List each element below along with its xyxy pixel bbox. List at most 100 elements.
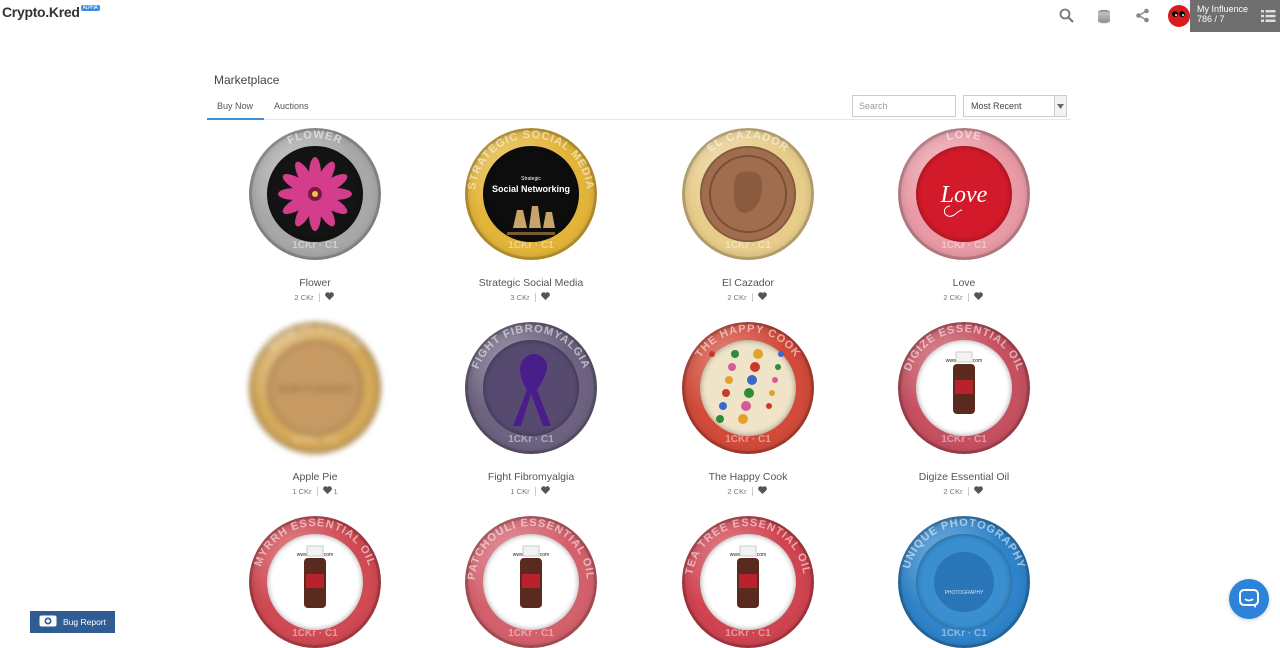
logo-text: Crypto.Kred xyxy=(2,4,80,20)
coin-image[interactable]: EL CAZADOR 1CKr · C1 xyxy=(682,128,814,260)
item-price: 1 CKr xyxy=(510,486,530,496)
menu-icon[interactable] xyxy=(1261,9,1276,25)
svg-text:Social Networking: Social Networking xyxy=(492,184,570,194)
love-icon: Love xyxy=(916,146,1012,242)
app-logo[interactable]: Crypto.Kred ALPHA xyxy=(2,4,100,20)
camera-icon xyxy=(39,615,57,629)
chat-icon[interactable] xyxy=(1229,579,1269,619)
tab-auctions[interactable]: Auctions xyxy=(264,98,334,120)
marketplace-item-coin-12[interactable]: UNIQUE PHOTOGRAPHY 1CKr · C1 PHOTOGRAPHY xyxy=(864,516,1064,648)
marketplace-item-fight-fibromyalgia[interactable]: FIGHT FIBROMYALGIA 1CKr · C1 Fight Fibrom… xyxy=(431,322,631,496)
marketplace-item-el-cazador[interactable]: EL CAZADOR 1CKr · C1 El Cazador 2 CKr xyxy=(648,128,848,302)
divider xyxy=(751,292,753,302)
divider xyxy=(316,486,318,496)
item-meta: 3 CKr xyxy=(431,292,631,302)
marketplace-item-coin-9[interactable]: MYRRH ESSENTIAL OIL 1CKr · C1www.funkrit… xyxy=(215,516,415,648)
heart-icon xyxy=(540,292,550,302)
marketplace-item-flower[interactable]: FLOWER 1CKr · C1 Flower 2 CKr xyxy=(215,128,415,302)
coin-image[interactable]: STRATEGIC SOCIAL MEDIA 1CKr · C1 Strategi… xyxy=(465,128,597,260)
marketplace-item-coin-11[interactable]: TEA TREE ESSENTIAL OIL 1CKr · C1www.funk… xyxy=(648,516,848,648)
svg-text:NOW FLAGGED: NOW FLAGGED xyxy=(277,384,352,395)
svg-text:Strategic: Strategic xyxy=(521,176,541,182)
svg-text:LOVE: LOVE xyxy=(945,129,983,144)
divider xyxy=(534,486,536,496)
like-button[interactable] xyxy=(324,292,336,302)
like-button[interactable] xyxy=(973,292,985,302)
item-name[interactable]: Fight Fibromyalgia xyxy=(431,471,631,483)
coin-image[interactable]: FIGHT FIBROMYALGIA 1CKr · C1 xyxy=(465,322,597,454)
item-price: 2 CKr xyxy=(294,292,314,302)
food-icon xyxy=(700,340,796,436)
marketplace-item-the-happy-cook[interactable]: THE HAPPY COOK 1CKr · C1 The Happy Cook 2 … xyxy=(648,322,848,496)
sort-value: Most Recent xyxy=(971,101,1022,111)
coin-image[interactable]: PATCHOULI ESSENTIAL OIL 1CKr · C1www.fun… xyxy=(465,516,597,648)
search-input[interactable] xyxy=(852,95,956,117)
like-button[interactable] xyxy=(973,486,985,496)
divider xyxy=(318,292,320,302)
like-button[interactable] xyxy=(757,486,769,496)
item-price: 2 CKr xyxy=(727,292,747,302)
ribbon-icon xyxy=(483,340,579,436)
marketplace-item-strategic-social-media[interactable]: STRATEGIC SOCIAL MEDIA 1CKr · C1 Strategi… xyxy=(431,128,631,302)
svg-text:Love: Love xyxy=(940,182,988,208)
heart-icon xyxy=(973,486,983,496)
coin-image[interactable]: TEA TREE ESSENTIAL OIL 1CKr · C1www.funk… xyxy=(682,516,814,648)
sort-select[interactable]: Most Recent xyxy=(963,95,1067,117)
item-meta: 1 CKr xyxy=(431,486,631,496)
divider xyxy=(967,292,969,302)
divider xyxy=(967,486,969,496)
like-button[interactable] xyxy=(540,292,552,302)
heart-icon xyxy=(324,292,334,302)
bug-report-label: Bug Report xyxy=(63,617,106,627)
marketplace-item-apple-pie[interactable]: NOW FLAGGED 1CKr · C1 NOW FLAGGED Apple Pi… xyxy=(215,322,415,496)
item-price: 2 CKr xyxy=(943,292,963,302)
marketplace-item-digize-essential-oil[interactable]: DIGIZE ESSENTIAL OIL 1CKr · C1www.funkri… xyxy=(864,322,1064,496)
like-button[interactable] xyxy=(540,486,552,496)
item-price: 2 CKr xyxy=(727,486,747,496)
coin-image[interactable]: LOVE 1CKr · C1 Love xyxy=(898,128,1030,260)
heart-icon xyxy=(757,486,767,496)
flagged-icon: NOW FLAGGED xyxy=(267,340,363,436)
bottle-icon: www.funkrit.com xyxy=(700,534,796,630)
item-name[interactable]: Strategic Social Media xyxy=(431,277,631,289)
coin-image[interactable]: NOW FLAGGED 1CKr · C1 NOW FLAGGED xyxy=(249,322,381,454)
item-name[interactable]: Apple Pie xyxy=(215,471,415,483)
like-button[interactable]: 1 xyxy=(322,486,338,496)
item-name[interactable]: Flower xyxy=(215,277,415,289)
bottle-icon: www.funkrit.com xyxy=(267,534,363,630)
item-price: 2 CKr xyxy=(943,486,963,496)
bug-report-button[interactable]: Bug Report xyxy=(30,611,115,633)
page-title: Marketplace xyxy=(214,73,280,87)
item-price: 1 CKr xyxy=(292,486,312,496)
my-influence-panel[interactable]: My Influence 786 / 7 xyxy=(1190,0,1280,32)
chess-icon: Strategic Social Networking xyxy=(483,146,579,242)
item-name[interactable]: El Cazador xyxy=(648,277,848,289)
photo-icon: PHOTOGRAPHY xyxy=(916,534,1012,630)
avatar[interactable] xyxy=(1168,4,1190,27)
divider xyxy=(751,486,753,496)
search-icon[interactable] xyxy=(1056,6,1076,26)
tab-buy-now[interactable]: Buy Now xyxy=(207,98,264,120)
item-name[interactable]: Digize Essential Oil xyxy=(864,471,1064,483)
item-name[interactable]: Love xyxy=(864,277,1064,289)
coin-icon xyxy=(700,146,796,242)
coin-image[interactable]: DIGIZE ESSENTIAL OIL 1CKr · C1www.funkri… xyxy=(898,322,1030,454)
share-icon[interactable] xyxy=(1132,6,1152,26)
heart-icon xyxy=(322,486,332,496)
item-meta: 2 CKr xyxy=(864,292,1064,302)
coin-image[interactable]: MYRRH ESSENTIAL OIL 1CKr · C1www.funkrit… xyxy=(249,516,381,648)
chevron-down-icon xyxy=(1054,96,1066,116)
coin-image[interactable]: FLOWER 1CKr · C1 xyxy=(249,128,381,260)
alpha-badge: ALPHA xyxy=(80,5,100,11)
coin-image[interactable]: THE HAPPY COOK 1CKr · C1 xyxy=(682,322,814,454)
item-meta: 2 CKr xyxy=(864,486,1064,496)
item-meta: 1 CKr 1 xyxy=(215,486,415,496)
marketplace-item-coin-10[interactable]: PATCHOULI ESSENTIAL OIL 1CKr · C1www.fun… xyxy=(431,516,631,648)
coins-icon[interactable] xyxy=(1094,6,1114,26)
like-button[interactable] xyxy=(757,292,769,302)
item-name[interactable]: The Happy Cook xyxy=(648,471,848,483)
svg-text:FLOWER: FLOWER xyxy=(286,129,345,147)
coin-image[interactable]: UNIQUE PHOTOGRAPHY 1CKr · C1 PHOTOGRAPHY xyxy=(898,516,1030,648)
marketplace-item-love[interactable]: LOVE 1CKr · C1 Love Love 2 CKr xyxy=(864,128,1064,302)
heart-icon xyxy=(757,292,767,302)
